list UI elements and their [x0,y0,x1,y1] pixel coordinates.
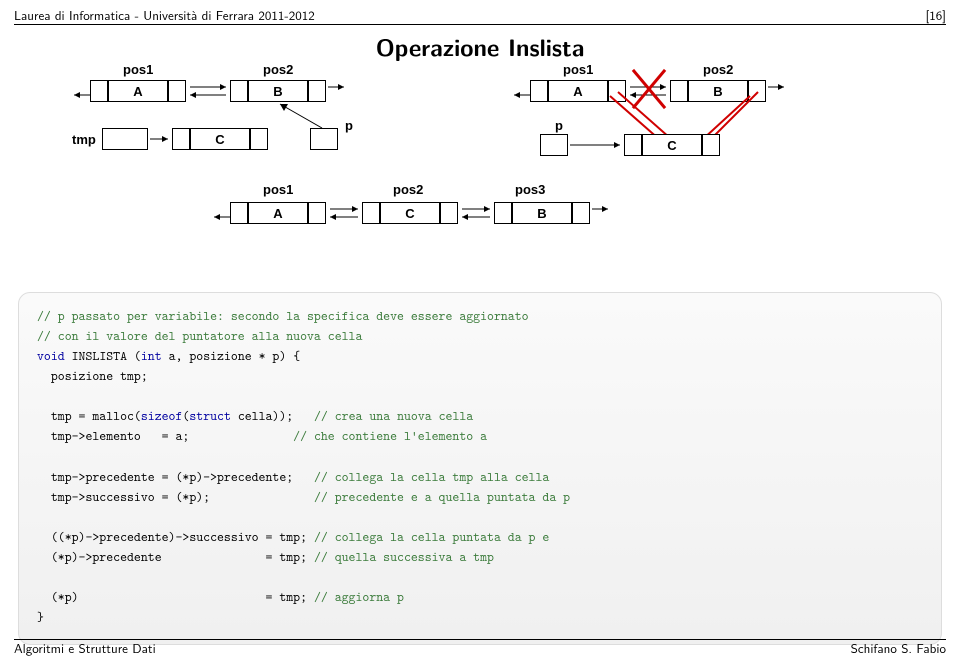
label-pos1: pos1 [563,62,593,77]
node-wing [702,134,720,156]
code-comment: // precedente e a quella puntata da p [314,489,570,506]
code-text: (*p) = tmp; [37,589,314,606]
node-wing [494,202,512,224]
node-c: C [380,202,440,224]
arrow-left [510,80,532,102]
label-pos2: pos2 [393,182,423,197]
code-line: // con il valore del puntatore alla nuov… [37,328,362,345]
page-title: Operazione Inslista [0,30,960,64]
code-line: // p passato per variabile: secondo la s… [37,308,529,325]
header-right: [16] [925,6,946,25]
node-a: A [548,80,608,102]
code-text: cella)); [231,408,314,425]
node-b: B [248,80,308,102]
code-line: posizione tmp; [37,368,148,385]
node-a: A [108,80,168,102]
code-text: tmp->successivo = (*p); [37,489,314,506]
node-wing [168,80,186,102]
node-b: B [512,202,572,224]
code-comment: // collega la cella puntata da p e [314,529,549,546]
arrow-double [186,80,230,102]
p-box [540,134,568,156]
node-a: A [248,202,308,224]
code-comment: // che contiene l'elemento a [293,428,487,445]
label-pos2: pos2 [263,62,293,77]
code-line: } [37,609,44,626]
linked-list-diagram: pos1 pos2 A B tmp C p pos1 pos2 A B [80,62,880,282]
node-wing [572,202,590,224]
node-wing [308,202,326,224]
label-pos3: pos3 [515,182,545,197]
header-left: Laurea di Informatica - Università di Fe… [14,6,315,25]
arrow-double [458,202,494,224]
node-wing [440,202,458,224]
code-kw: struct [189,408,231,425]
arrow-left [70,80,92,102]
node-c: C [642,134,702,156]
node-wing [530,80,548,102]
slide-header: Laurea di Informatica - Università di Fe… [14,6,946,25]
code-comment: // collega la cella tmp alla cella [314,469,549,486]
code-comment: // quella successiva a tmp [314,549,494,566]
code-text: a, posizione * p) { [162,348,300,365]
arrow-right [568,134,624,156]
arrow-right [148,128,172,150]
tmp-box [102,128,148,150]
label-p: p [555,118,563,133]
arrow-double [326,202,362,224]
code-kw: sizeof [141,408,183,425]
label-p: p [345,118,353,133]
label-pos1: pos1 [263,182,293,197]
arrow-right [326,80,348,102]
arrow-right [590,202,612,224]
node-wing [250,128,268,150]
code-text: tmp->precedente = (*p)->precedente; [37,469,314,486]
footer-right: Schifano S. Fabio [851,639,946,658]
code-text: INSLISTA ( [65,348,141,365]
code-text: (*p)->precedente = tmp; [37,549,314,566]
label-tmp: tmp [72,132,96,147]
footer-left: Algoritmi e Strutture Dati [14,639,156,658]
code-kw: void [37,348,65,365]
arrow-left [210,202,232,224]
code-text: tmp = malloc( [37,408,141,425]
node-c: C [190,128,250,150]
code-text: ((*p)->precedente)->successivo = tmp; [37,529,314,546]
label-pos1: pos1 [123,62,153,77]
node-wing [308,80,326,102]
node-wing [90,80,108,102]
code-text: tmp->elemento = a; [37,428,293,445]
arrow-up [276,100,324,130]
code-kw: int [141,348,162,365]
code-comment: // aggiorna p [314,589,404,606]
node-wing [230,80,248,102]
slide-footer: Algoritmi e Strutture Dati Schifano S. F… [14,639,946,658]
node-wing [172,128,190,150]
node-wing [624,134,642,156]
node-wing [230,202,248,224]
code-block: // p passato per variabile: secondo la s… [18,292,942,645]
node-wing [362,202,380,224]
header-rule [14,24,946,25]
label-pos2: pos2 [703,62,733,77]
p-box [310,128,338,150]
code-comment: // crea una nuova cella [314,408,473,425]
